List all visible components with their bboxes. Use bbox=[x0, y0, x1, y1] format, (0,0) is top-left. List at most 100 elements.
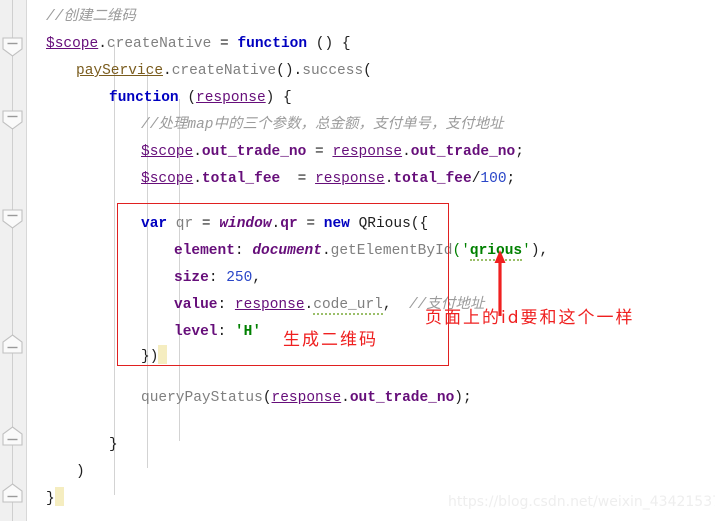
code-token: . bbox=[402, 144, 411, 160]
code-line[interactable]: level: 'H' bbox=[174, 319, 261, 346]
code-token: } bbox=[109, 437, 118, 453]
code-token: 100 bbox=[480, 171, 507, 187]
fold-marker-2[interactable] bbox=[2, 110, 23, 130]
code-token: ({ bbox=[410, 216, 429, 232]
code-token: ; bbox=[515, 144, 524, 160]
code-token: qr bbox=[280, 216, 298, 232]
code-line[interactable]: $scope.createNative = function () { bbox=[46, 31, 351, 58]
code-token: = bbox=[306, 144, 333, 160]
code-token: : bbox=[217, 297, 235, 313]
selection-highlight bbox=[158, 345, 168, 364]
code-token: 'H' bbox=[234, 324, 262, 340]
code-token: //处理map中的三个参数，总金额，支付单号，支付地址 bbox=[141, 117, 504, 133]
code-token: out_trade_no bbox=[349, 390, 455, 406]
code-token: element bbox=[174, 243, 235, 259]
selection-highlight bbox=[54, 487, 64, 506]
code-token: ( bbox=[262, 390, 272, 406]
code-token: queryPayStatus bbox=[141, 390, 263, 406]
editor-gutter[interactable] bbox=[0, 0, 27, 521]
code-token: : bbox=[234, 243, 253, 259]
code-line[interactable]: size: 250, bbox=[174, 265, 261, 292]
code-token: size bbox=[174, 270, 209, 286]
code-token: response bbox=[271, 390, 342, 406]
code-token: out_trade_no bbox=[410, 144, 516, 160]
code-token: ) bbox=[76, 464, 85, 480]
code-token: getElementById bbox=[330, 243, 453, 259]
code-token: . bbox=[321, 243, 331, 259]
code-token: = bbox=[211, 36, 238, 52]
code-line[interactable]: element: document.getElementById('qrious… bbox=[174, 238, 548, 265]
code-line[interactable]: //处理map中的三个参数，总金额，支付单号，支付地址 bbox=[141, 112, 504, 139]
code-token: ), bbox=[530, 243, 549, 259]
code-token: 250 bbox=[226, 270, 253, 286]
code-token: ; bbox=[506, 171, 516, 187]
fold-marker-4[interactable] bbox=[2, 334, 23, 354]
code-line[interactable]: $scope.out_trade_no = response.out_trade… bbox=[141, 139, 524, 166]
code-token: window bbox=[219, 216, 272, 232]
code-token: $scope bbox=[141, 171, 194, 187]
code-token: response bbox=[196, 90, 266, 106]
code-token: : bbox=[208, 270, 227, 286]
code-token: function bbox=[109, 90, 179, 106]
code-token: . bbox=[163, 63, 172, 79]
code-token: ( bbox=[363, 63, 372, 79]
code-token: . bbox=[271, 216, 281, 232]
code-token: success bbox=[302, 63, 364, 79]
code-token: . bbox=[193, 171, 202, 187]
code-content[interactable]: //创建二维码 $scope.createNative = function ()… bbox=[26, 0, 715, 521]
code-token: var bbox=[141, 216, 168, 232]
code-token: $scope bbox=[141, 144, 194, 160]
code-token: ( bbox=[452, 243, 462, 259]
code-token: response bbox=[234, 297, 305, 313]
code-token: createNative bbox=[106, 36, 212, 52]
code-token: ( bbox=[178, 90, 197, 106]
csdn-watermark: https://blog.csdn.net/weixin_43421537 bbox=[448, 494, 715, 510]
code-token: , bbox=[252, 270, 262, 286]
code-token: QRious bbox=[349, 216, 411, 232]
code-line[interactable]: queryPayStatus(response.out_trade_no); bbox=[141, 385, 472, 412]
code-token: . bbox=[304, 297, 314, 313]
code-line[interactable]: ) bbox=[76, 459, 85, 486]
code-line[interactable]: //创建二维码 bbox=[46, 4, 136, 31]
code-token: code_url bbox=[313, 297, 383, 315]
annotation-generate-qr: 生成二维码 bbox=[283, 330, 378, 350]
code-token: value bbox=[174, 297, 218, 313]
fold-marker-5[interactable] bbox=[2, 426, 23, 446]
code-line[interactable]: payService.createNative().success( bbox=[76, 58, 372, 85]
code-token: $scope bbox=[46, 36, 99, 52]
code-token: new bbox=[323, 216, 350, 232]
code-token: = bbox=[193, 216, 220, 232]
code-token: total_fee bbox=[201, 171, 281, 187]
code-token: = bbox=[280, 171, 316, 187]
code-token: level bbox=[174, 324, 218, 340]
code-token: : bbox=[217, 324, 235, 340]
code-editor[interactable]: //创建二维码 $scope.createNative = function ()… bbox=[0, 0, 715, 521]
code-line[interactable]: var qr = window.qr = new QRious({ bbox=[141, 211, 428, 238]
code-token: //创建二维码 bbox=[46, 9, 136, 25]
code-token: createNative bbox=[171, 63, 277, 79]
code-token: (). bbox=[276, 63, 303, 79]
code-line[interactable]: function (response) { bbox=[109, 85, 292, 112]
code-token: qrious bbox=[469, 243, 523, 261]
fold-marker-3[interactable] bbox=[2, 209, 23, 229]
code-token: total_fee bbox=[393, 171, 472, 187]
annotation-id-must-match: 页面上的id要和这个一样 bbox=[425, 308, 635, 328]
code-token: ' bbox=[522, 243, 531, 259]
code-line[interactable]: $scope.total_fee = response.total_fee/10… bbox=[141, 166, 515, 193]
code-token: = bbox=[297, 216, 324, 232]
code-line[interactable]: } bbox=[46, 486, 64, 513]
code-token: qr bbox=[167, 216, 194, 232]
code-token: function bbox=[237, 36, 308, 52]
code-token: . bbox=[98, 36, 107, 52]
code-token: ' bbox=[461, 243, 470, 259]
code-token: payService bbox=[76, 63, 164, 79]
code-token: document bbox=[252, 243, 322, 259]
code-token: } bbox=[46, 491, 55, 507]
code-token: }) bbox=[141, 349, 159, 365]
fold-marker-1[interactable] bbox=[2, 37, 23, 57]
code-line[interactable]: }) bbox=[141, 344, 168, 371]
fold-marker-6[interactable] bbox=[2, 483, 23, 503]
code-token: () { bbox=[307, 36, 351, 52]
code-token: . bbox=[341, 390, 350, 406]
code-line[interactable]: } bbox=[109, 432, 118, 459]
